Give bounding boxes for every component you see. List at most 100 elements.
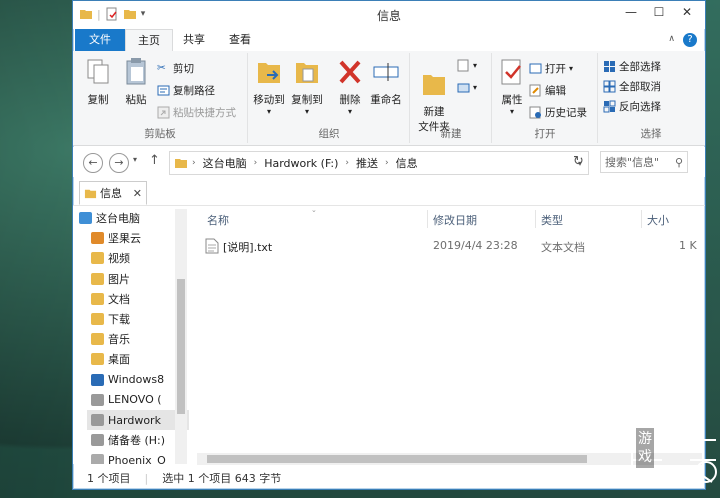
close-tab-icon[interactable]: ✕ <box>133 187 142 200</box>
delete-icon <box>339 60 361 84</box>
refresh-button[interactable]: ↻ <box>573 154 584 169</box>
nav-item[interactable]: 坚果云 <box>91 228 141 248</box>
window-title: 信息 <box>376 9 401 23</box>
nav-item-label: LENOVO ( <box>108 393 162 407</box>
easy-access-icon <box>457 83 470 93</box>
new-folder-icon <box>423 75 445 95</box>
path-icon <box>157 85 170 96</box>
dropdown-icon: ▾ <box>473 83 478 92</box>
rename-button[interactable]: 重命名 <box>367 57 405 107</box>
select-none-icon <box>603 80 616 93</box>
history-label: 历史记录 <box>545 107 587 119</box>
chevron-right-icon: › <box>385 158 389 168</box>
documents-folder-icon <box>91 292 104 305</box>
column-header-name[interactable]: 名称 <box>207 212 229 228</box>
copy-to-label: 复制到 <box>291 94 323 106</box>
nav-item[interactable]: 下载 <box>91 309 130 329</box>
nav-item[interactable]: 图片 <box>91 269 130 289</box>
column-divider[interactable] <box>427 210 428 228</box>
nav-item[interactable]: 视频 <box>91 248 130 268</box>
back-button[interactable]: ← <box>83 153 103 173</box>
tab-home[interactable]: 主页 <box>125 29 173 53</box>
nav-item[interactable]: Windows8 <box>91 370 164 390</box>
nav-item[interactable]: 文档 <box>91 289 130 309</box>
cut-button[interactable]: ✂ 剪切 <box>157 61 194 76</box>
dropdown-icon: ▾ <box>266 107 271 116</box>
tab-share[interactable]: 共享 <box>171 29 217 51</box>
close-button[interactable]: ✕ <box>673 1 701 23</box>
copy-path-button[interactable]: 复制路径 <box>157 83 215 98</box>
select-group-label: 选择 <box>640 128 662 140</box>
nav-item[interactable]: 这台电脑 <box>79 208 140 228</box>
nav-item-label: 视频 <box>108 252 130 266</box>
search-input[interactable]: 搜索"信息" ⚲ <box>600 151 688 173</box>
search-placeholder: 搜索"信息" <box>605 156 660 169</box>
dropdown-icon: ▾ <box>569 64 574 73</box>
chevron-up-icon[interactable]: ∧ <box>668 34 675 44</box>
select-none-button[interactable]: 全部取消 <box>603 79 661 94</box>
navigation-scrollbar[interactable] <box>175 209 187 464</box>
recent-locations-icon[interactable]: ▾ <box>133 155 137 164</box>
breadcrumb-item[interactable]: Hardwork (F:) <box>264 157 338 170</box>
scrollbar-thumb[interactable] <box>177 279 185 414</box>
dropdown-icon: ▾ <box>347 107 352 116</box>
address-bar[interactable]: › 这台电脑 › Hardwork (F:) › 推送 › 信息 ▾ <box>169 151 589 175</box>
paste-button[interactable]: 粘贴 <box>119 57 153 107</box>
copy-button[interactable]: 复制 <box>81 57 115 107</box>
nav-item[interactable]: Phoenix_O <box>91 450 166 464</box>
folder-icon <box>84 189 97 198</box>
navigation-pane: 这台电脑坚果云视频图片 文档 下载 音乐 桌面 Windows8 LENOVO ( Hardw… <box>73 206 189 464</box>
select-group: 全部选择 全部取消 反向选择 选择 <box>599 53 703 143</box>
nav-item-label: Phoenix_O <box>108 453 166 464</box>
delete-label: 删除 <box>339 94 361 106</box>
breadcrumb-item[interactable]: 信息 <box>396 155 418 171</box>
nav-item[interactable]: 桌面 <box>91 349 130 369</box>
nav-item[interactable]: LENOVO ( <box>91 390 162 410</box>
easy-access-button[interactable]: ▾ <box>457 81 477 94</box>
select-all-label: 全部选择 <box>619 61 661 73</box>
breadcrumb-item[interactable]: 这台电脑 <box>203 155 247 171</box>
forward-button[interactable]: → <box>109 153 129 173</box>
breadcrumb-item[interactable]: 推送 <box>356 155 378 171</box>
folder-tab-label: 信息 <box>100 187 122 200</box>
delete-button[interactable]: 删除 ▾ <box>335 57 365 116</box>
text-file-icon <box>205 238 219 254</box>
copy-to-button[interactable]: 复制到 ▾ <box>289 57 325 116</box>
new-item-icon <box>457 59 469 72</box>
item-count: 1 个项目 <box>87 472 131 485</box>
column-header-type[interactable]: 类型 <box>541 212 563 228</box>
help-icon[interactable]: ? <box>683 33 697 47</box>
file-row[interactable]: [说明].txt 2019/4/4 23:28 文本文档 1 K <box>203 236 703 256</box>
properties-button[interactable]: 属性 ▾ <box>495 57 529 116</box>
selection-info: 选中 1 个项目 643 字节 <box>162 472 282 485</box>
nav-item-label: 坚果云 <box>108 232 141 246</box>
open-button[interactable]: 打开 ▾ <box>529 61 573 76</box>
nav-item[interactable]: 音乐 <box>91 329 130 349</box>
nut-icon <box>91 232 104 245</box>
invert-selection-button[interactable]: 反向选择 <box>603 99 661 114</box>
edit-button[interactable]: 编辑 <box>529 83 566 98</box>
column-header-size[interactable]: 大小 <box>647 212 669 228</box>
up-button[interactable]: ↑ <box>149 153 160 168</box>
nav-item[interactable]: 储备卷 (H:) <box>91 430 165 450</box>
folder-tab[interactable]: 信息 ✕ <box>79 181 147 205</box>
maximize-button[interactable]: ☐ <box>645 1 673 23</box>
column-divider[interactable] <box>641 210 642 228</box>
pictures-folder-icon <box>91 272 104 285</box>
copy-icon <box>87 59 109 84</box>
column-divider[interactable] <box>535 210 536 228</box>
file-type: 文本文档 <box>541 241 585 254</box>
minimize-button[interactable]: — <box>617 1 645 23</box>
move-to-button[interactable]: 移动到 ▾ <box>251 57 287 116</box>
properties-label: 属性 <box>501 94 523 106</box>
column-header-date[interactable]: 修改日期 <box>433 212 477 228</box>
invert-selection-icon <box>603 100 616 113</box>
new-item-button[interactable]: ▾ <box>457 59 477 72</box>
nav-item[interactable]: Hardwork <box>87 410 189 430</box>
tab-view[interactable]: 查看 <box>217 29 263 51</box>
scrollbar-thumb[interactable] <box>207 455 587 463</box>
history-button[interactable]: 历史记录 <box>529 105 587 120</box>
paste-shortcut-button[interactable]: 粘贴快捷方式 <box>157 105 236 120</box>
select-all-button[interactable]: 全部选择 <box>603 59 661 74</box>
tab-file[interactable]: 文件 <box>75 29 125 51</box>
